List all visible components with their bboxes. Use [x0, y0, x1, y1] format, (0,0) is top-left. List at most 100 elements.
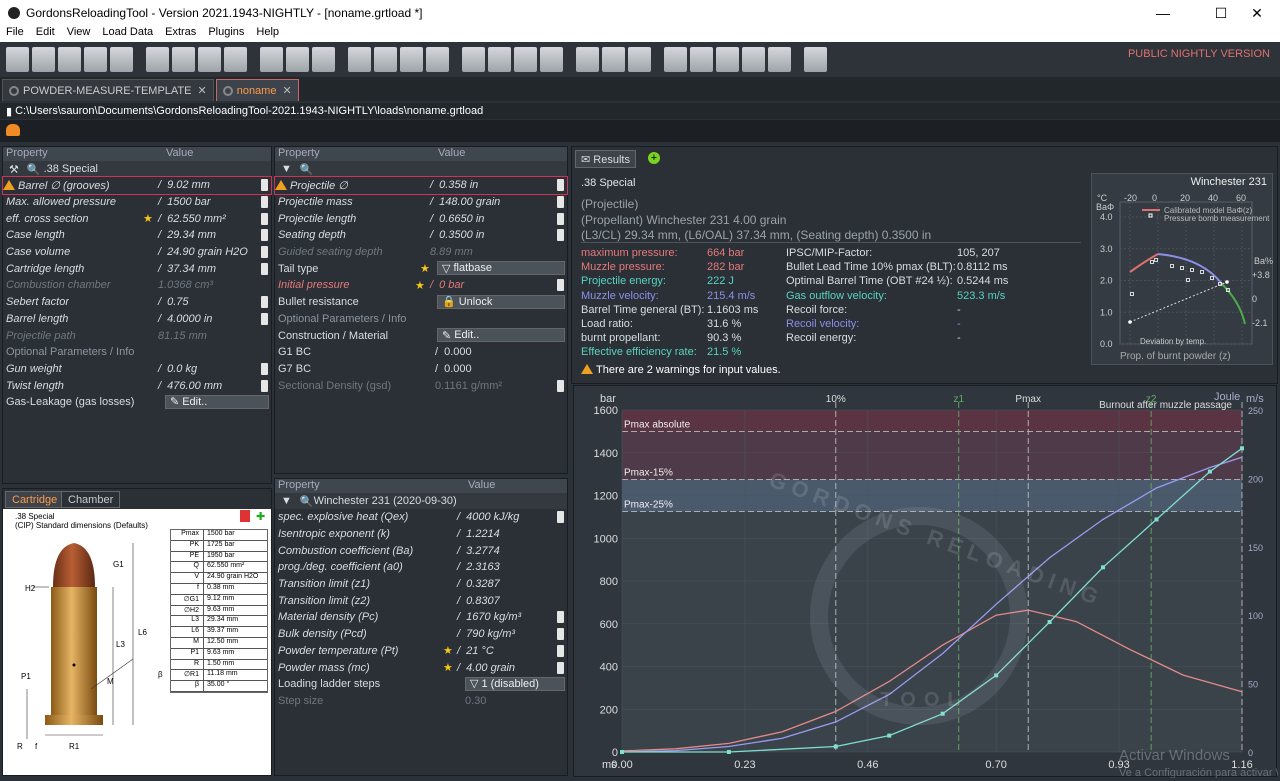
toolbar-button-14[interactable] [400, 46, 423, 72]
hat-icon[interactable] [6, 124, 20, 136]
property-value[interactable]: / 9.02 mm [158, 179, 210, 191]
property-value[interactable]: ✎ Edit.. [165, 394, 269, 409]
cartridge-selector[interactable]: ⚒ 🔍 .38 Special [3, 161, 271, 177]
property-row[interactable]: G1 BC / 0.000 [275, 344, 567, 361]
property-row[interactable]: Powder mass (mc) ★ / 4.00 grain [275, 659, 567, 676]
property-row[interactable]: Combustion chamber 1.0368 cm³ [3, 277, 271, 294]
toolbar-button-28[interactable] [804, 46, 827, 72]
close-tab-icon[interactable]: ✕ [282, 84, 291, 97]
property-value[interactable]: 8.89 mm [430, 246, 473, 258]
property-row[interactable]: Case length / 29.34 mm [3, 227, 271, 244]
favorite-star-icon[interactable]: ★ [420, 262, 430, 275]
toolbar-button-12[interactable] [348, 46, 371, 72]
toolbar-button-21[interactable] [602, 46, 625, 72]
property-row[interactable]: Projectile path 81.15 mm [3, 327, 271, 344]
stepper-control[interactable] [557, 179, 564, 192]
property-value[interactable]: / 1500 bar [158, 196, 211, 208]
toolbar-button-18[interactable] [514, 46, 537, 72]
property-value[interactable]: / 0.0 kg [158, 363, 197, 375]
property-value[interactable]: / 21 °C [457, 645, 494, 657]
toolbar-button-0[interactable] [6, 46, 29, 72]
menu-view[interactable]: View [61, 26, 97, 42]
stepper-control[interactable] [557, 379, 564, 392]
stepper-control[interactable] [261, 246, 268, 259]
toolbar-button-25[interactable] [716, 46, 739, 72]
favorite-star-icon[interactable]: ★ [143, 212, 153, 225]
property-row[interactable]: Bulk density (Pcd) / 790 kg/m³ [275, 626, 567, 643]
property-value[interactable]: / 148.00 grain [430, 196, 500, 208]
property-row[interactable]: Case volume / 24.90 grain H2O [3, 244, 271, 261]
stepper-control[interactable] [557, 661, 564, 674]
toolbar-button-4[interactable] [110, 46, 133, 72]
stepper-control[interactable] [557, 196, 564, 209]
stepper-control[interactable] [261, 379, 268, 392]
tab-powder-measure-template[interactable]: POWDER-MEASURE-TEMPLATE ✕ [2, 79, 214, 101]
menu-help[interactable]: Help [250, 26, 285, 42]
stepper-control[interactable] [261, 262, 268, 275]
property-value[interactable]: / 1.2214 [457, 528, 500, 540]
property-value[interactable]: ✎ Edit.. [437, 328, 565, 343]
property-row[interactable]: Twist length / 476.00 mm [3, 377, 271, 394]
toolbar-button-22[interactable] [628, 46, 651, 72]
toolbar-button-17[interactable] [488, 46, 511, 72]
property-value[interactable]: 81.15 mm [158, 330, 207, 342]
menu-plugins[interactable]: Plugins [202, 26, 250, 42]
property-row[interactable]: Bullet resistance 🔒 Unlock [275, 294, 567, 311]
property-value[interactable]: 1.0368 cm³ [158, 279, 213, 291]
property-row[interactable]: Projectile length / 0.6650 in [275, 210, 567, 227]
toolbar-button-7[interactable] [198, 46, 221, 72]
toolbar-button-9[interactable] [260, 46, 283, 72]
property-row[interactable]: Gun weight / 0.0 kg [3, 361, 271, 378]
property-row[interactable]: spec. explosive heat (Qex) / 4000 kJ/kg [275, 509, 567, 526]
property-value[interactable]: / 0.000 [435, 346, 472, 358]
toolbar-button-11[interactable] [312, 46, 335, 72]
property-value[interactable]: / 1670 kg/m³ [457, 611, 521, 623]
stepper-control[interactable] [557, 279, 564, 292]
property-value[interactable]: / 0.75 [158, 296, 189, 308]
favorite-star-icon[interactable]: ★ [443, 644, 453, 657]
stepper-control[interactable] [557, 611, 564, 624]
property-value[interactable]: / 0.3287 [457, 578, 500, 590]
menu-file[interactable]: File [0, 26, 30, 42]
stepper-control[interactable] [261, 362, 268, 375]
property-row[interactable]: Step size 0.30 [275, 693, 567, 710]
toolbar-button-23[interactable] [664, 46, 687, 72]
tab-chamber[interactable]: Chamber [61, 491, 121, 508]
property-value[interactable]: 🔒 Unlock [437, 294, 565, 309]
pdf-icon[interactable] [240, 510, 250, 522]
property-value[interactable]: / 62.550 mm² [158, 213, 226, 225]
stepper-control[interactable] [557, 628, 564, 641]
property-row[interactable]: Initial pressure ★ / 0 bar [275, 277, 567, 294]
favorite-star-icon[interactable]: ★ [415, 279, 425, 292]
stepper-control[interactable] [261, 229, 268, 242]
property-row[interactable]: Powder temperature (Pt) ★ / 21 °C [275, 643, 567, 660]
property-row[interactable]: Construction / Material ✎ Edit.. [275, 327, 567, 344]
favorite-star-icon[interactable]: ★ [443, 661, 453, 674]
menu-extras[interactable]: Extras [159, 26, 202, 42]
property-value[interactable]: / 0.8307 [457, 595, 500, 607]
property-value[interactable]: / 0.000 [435, 363, 472, 375]
property-row[interactable]: Barrel length / 4.0000 in [3, 311, 271, 328]
toolbar-button-1[interactable] [32, 46, 55, 72]
menu-load-data[interactable]: Load Data [96, 26, 159, 42]
toolbar-button-3[interactable] [84, 46, 107, 72]
property-value[interactable]: ▽ 1 (disabled) [465, 676, 565, 691]
toolbar-button-13[interactable] [374, 46, 397, 72]
stepper-control[interactable] [557, 212, 564, 225]
property-row[interactable]: Material density (Pc) / 1670 kg/m³ [275, 609, 567, 626]
add-tab-icon[interactable]: + [648, 152, 660, 164]
minimize-button[interactable]: — [1140, 0, 1186, 26]
property-row[interactable]: Transition limit (z2) / 0.8307 [275, 592, 567, 609]
tab-cartridge[interactable]: Cartridge [5, 491, 65, 508]
property-value[interactable]: / 0.358 in [430, 179, 478, 191]
property-row[interactable]: Isentropic exponent (k) / 1.2214 [275, 526, 567, 543]
stepper-control[interactable] [557, 229, 564, 242]
property-row[interactable]: Cartridge length / 37.34 mm [3, 260, 271, 277]
stepper-control[interactable] [261, 196, 268, 209]
property-value[interactable]: / 29.34 mm [158, 229, 216, 241]
property-value[interactable]: / 3.2774 [457, 545, 500, 557]
toolbar-button-16[interactable] [462, 46, 485, 72]
toolbar-button-20[interactable] [576, 46, 599, 72]
expand-icon[interactable]: ✚ [256, 510, 265, 523]
close-tab-icon[interactable]: ✕ [197, 84, 206, 97]
